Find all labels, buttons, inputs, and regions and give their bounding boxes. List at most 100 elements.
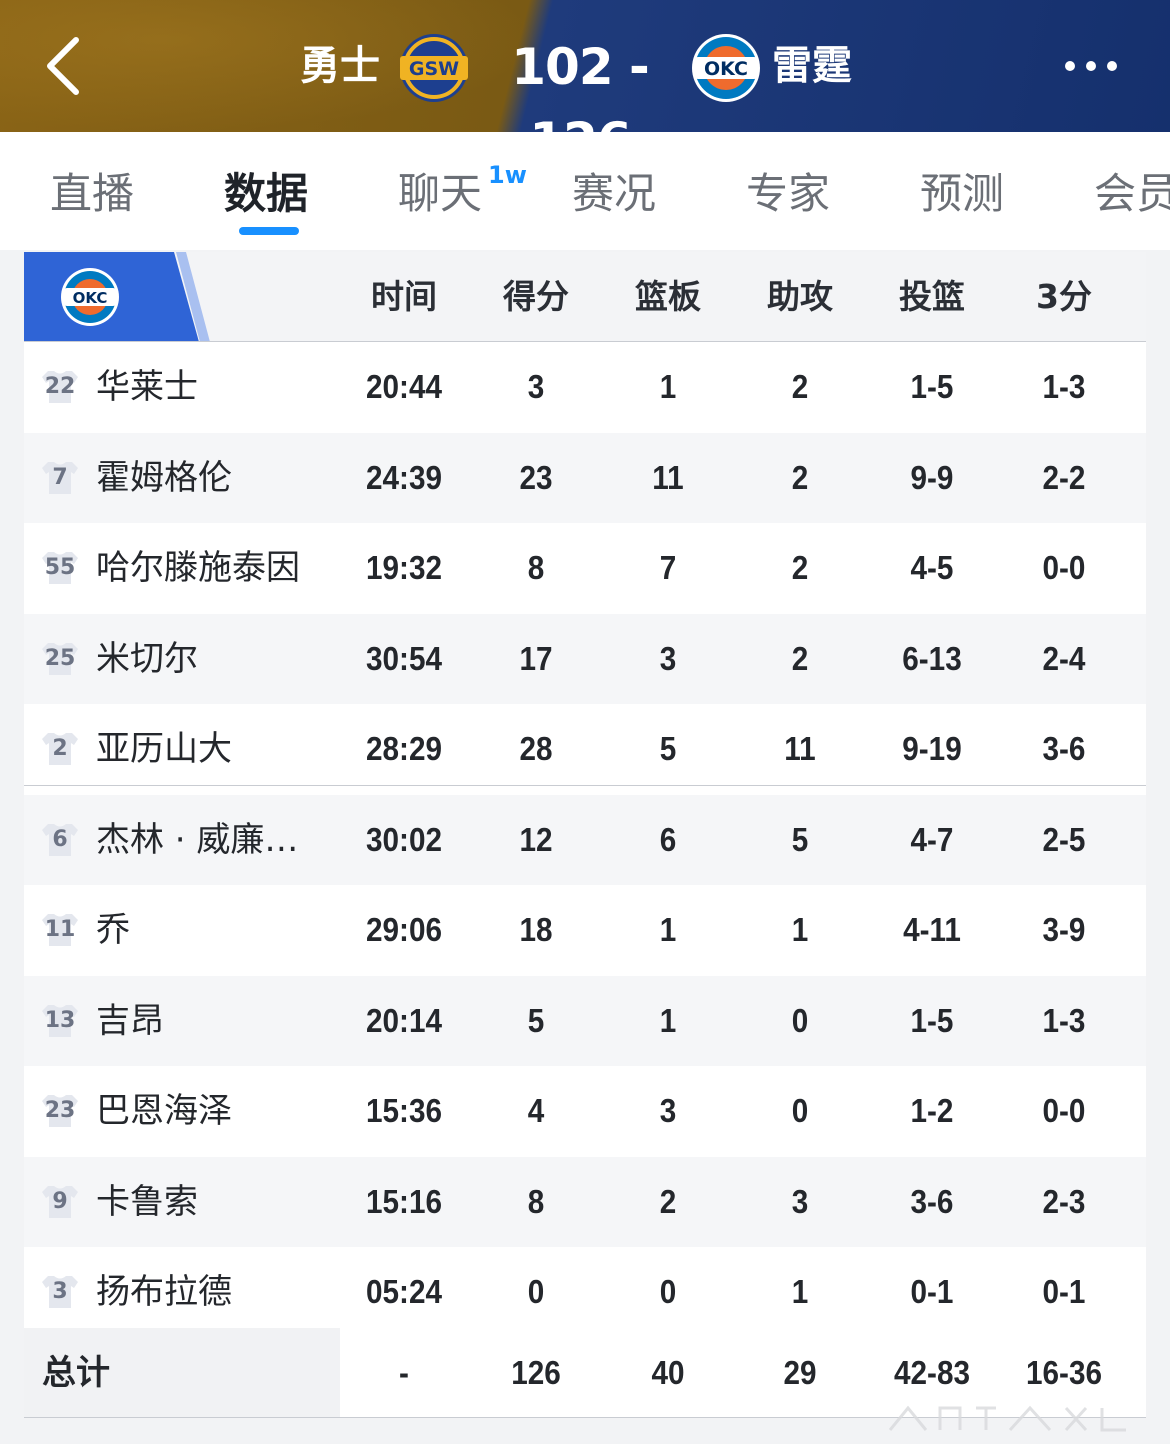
tab-stats[interactable]: 数据 [224, 166, 308, 222]
player-row[interactable]: 55 哈尔滕施泰因 19:32 8 7 2 4-5 0-0 [24, 523, 1146, 613]
jersey-number-badge: 9 [40, 1184, 80, 1220]
player-name[interactable]: 吉昂 [96, 976, 344, 1066]
player-points: 0 [527, 1273, 545, 1310]
active-tab-indicator [239, 227, 299, 235]
player-assists: 11 [784, 730, 816, 767]
player-field-goals: 9-19 [902, 730, 962, 767]
jersey-number-badge: 7 [40, 460, 80, 496]
player-assists: 2 [791, 458, 809, 496]
player-time: 05:24 [366, 1273, 442, 1310]
player-points: 8 [527, 549, 545, 586]
jersey-number-badge: 22 [40, 369, 80, 405]
player-rebounds: 5 [659, 730, 677, 767]
player-time: 20:14 [366, 1001, 442, 1039]
player-three-pointers: 0-1 [1042, 1273, 1086, 1310]
player-three-pointers: 2-4 [1042, 639, 1086, 677]
tab-predictions[interactable]: 预测 [920, 166, 1004, 222]
back-button[interactable] [36, 30, 96, 102]
player-row[interactable]: 6 杰林 · 威廉… 30:02 12 6 5 4-7 2-5 [24, 794, 1146, 885]
player-time: 19:32 [366, 549, 442, 586]
total-points: 126 [511, 1354, 561, 1391]
player-name[interactable]: 杰林 · 威廉… [96, 795, 344, 885]
jersey-number: 6 [52, 826, 68, 852]
player-rebounds: 1 [659, 911, 677, 948]
player-assists: 2 [791, 368, 809, 405]
watermark-icon [888, 1405, 1126, 1432]
tab-game-status[interactable]: 赛况 [572, 166, 656, 222]
player-points: 8 [527, 1182, 545, 1220]
player-row[interactable]: 2 亚历山大 28:29 28 5 11 9-19 3-6 [24, 704, 1146, 794]
player-row[interactable]: 23 巴恩海泽 15:36 4 3 0 1-2 0-0 [24, 1066, 1146, 1156]
gsw-logo-icon: GSW [400, 34, 468, 102]
player-assists: 2 [791, 549, 809, 586]
player-rebounds: 3 [659, 1092, 677, 1129]
player-field-goals: 1-5 [910, 368, 954, 405]
player-rebounds: 7 [659, 549, 677, 586]
player-points: 12 [519, 820, 553, 858]
col-header-rebounds[interactable]: 篮板 [602, 252, 734, 342]
table-header: OKC 时间 得分 篮板 助攻 投篮 3分 [24, 252, 1146, 342]
player-points: 23 [519, 458, 553, 496]
player-name[interactable]: 华莱士 [96, 342, 344, 432]
player-three-pointers: 1-3 [1042, 1001, 1086, 1039]
tab-experts[interactable]: 专家 [746, 166, 830, 222]
player-name[interactable]: 亚历山大 [96, 704, 344, 794]
jersey-number-badge: 3 [40, 1274, 80, 1310]
okc-logo-text: OKC [704, 58, 748, 80]
player-three-pointers: 0-0 [1042, 1092, 1086, 1129]
player-time: 15:16 [366, 1182, 442, 1220]
player-name[interactable]: 霍姆格伦 [96, 433, 344, 523]
col-header-time[interactable]: 时间 [338, 252, 470, 342]
total-time: - [399, 1354, 409, 1391]
player-assists: 5 [791, 820, 809, 858]
jersey-number: 9 [52, 1188, 68, 1214]
jersey-number: 11 [44, 917, 76, 942]
player-three-pointers: 0-0 [1042, 549, 1086, 586]
player-name[interactable]: 巴恩海泽 [96, 1066, 344, 1156]
player-row[interactable]: 3 扬布拉德 05:24 0 0 1 0-1 0-1 [24, 1247, 1146, 1337]
chevron-left-icon [47, 37, 79, 95]
player-time: 29:06 [366, 911, 442, 948]
tab-chat[interactable]: 聊天 [398, 166, 482, 222]
player-points: 28 [519, 730, 553, 767]
player-name[interactable]: 哈尔滕施泰因 [96, 523, 344, 613]
home-team-name: 勇士 [300, 43, 380, 89]
starters-bench-divider [24, 785, 1146, 786]
player-name[interactable]: 米切尔 [96, 614, 344, 704]
gsw-logo-text: GSW [409, 58, 459, 80]
player-stats-table: OKC 时间 得分 篮板 助攻 投篮 3分 22 华莱士 20:44 3 1 2 1-5 1-… [24, 252, 1146, 1418]
player-name[interactable]: 乔 [96, 885, 344, 975]
player-points: 4 [527, 1092, 545, 1129]
player-field-goals: 6-13 [902, 639, 962, 677]
player-row[interactable]: 7 霍姆格伦 24:39 23 11 2 9-9 2-2 [24, 432, 1146, 523]
col-header-three-pointers[interactable]: 3分 [998, 252, 1130, 342]
player-name[interactable]: 扬布拉德 [96, 1247, 344, 1337]
tab-membership[interactable]: 会员 [1094, 166, 1170, 222]
jersey-number-badge: 23 [40, 1093, 80, 1129]
player-rebounds: 1 [659, 368, 677, 405]
player-assists: 0 [791, 1092, 809, 1129]
player-rebounds: 11 [652, 458, 684, 496]
total-assists: 29 [783, 1354, 817, 1391]
player-row[interactable]: 13 吉昂 20:14 5 1 0 1-5 1-3 [24, 975, 1146, 1066]
game-score: 102 - 126 [511, 38, 650, 132]
player-row[interactable]: 22 华莱士 20:44 3 1 2 1-5 1-3 [24, 342, 1146, 432]
player-three-pointers: 2-2 [1042, 458, 1086, 496]
tab-live[interactable]: 直播 [50, 166, 134, 222]
col-header-field-goals[interactable]: 投篮 [866, 252, 998, 342]
player-row[interactable]: 11 乔 29:06 18 1 1 4-11 3-9 [24, 885, 1146, 975]
player-assists: 0 [791, 1001, 809, 1039]
jersey-number-badge: 13 [40, 1003, 80, 1039]
col-header-assists[interactable]: 助攻 [734, 252, 866, 342]
more-button[interactable] [1056, 50, 1126, 82]
col-header-points[interactable]: 得分 [470, 252, 602, 342]
player-three-pointers: 3-6 [1042, 730, 1086, 767]
jersey-number-badge: 11 [40, 912, 80, 948]
player-name[interactable]: 卡鲁索 [96, 1157, 344, 1247]
player-row[interactable]: 25 米切尔 30:54 17 3 2 6-13 2-4 [24, 613, 1146, 704]
player-three-pointers: 3-9 [1042, 911, 1086, 948]
jersey-number: 13 [44, 1007, 76, 1033]
player-assists: 2 [791, 639, 809, 677]
player-row[interactable]: 9 卡鲁索 15:16 8 2 3 3-6 2-3 [24, 1156, 1146, 1247]
player-field-goals: 4-7 [910, 820, 954, 858]
